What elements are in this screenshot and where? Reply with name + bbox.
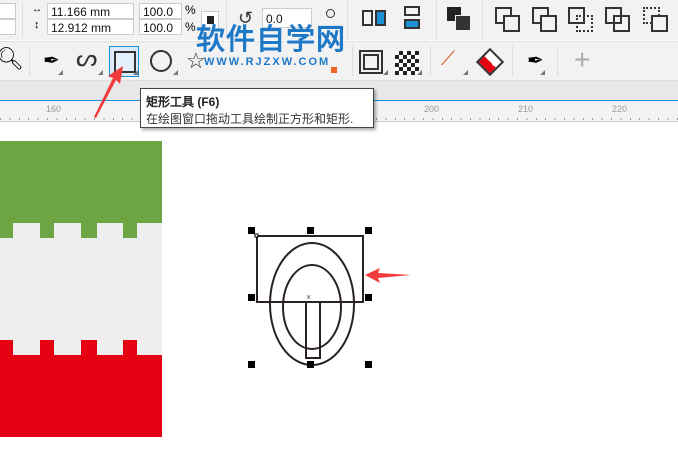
arrow-annotation-tool bbox=[94, 66, 123, 118]
eyedropper-tool-icon[interactable]: ⟋ bbox=[441, 48, 455, 71]
weld-icon[interactable] bbox=[495, 7, 520, 32]
inner-ellipse[interactable] bbox=[282, 264, 342, 350]
transparency-tool-icon[interactable] bbox=[395, 51, 419, 75]
contour-tool-icon[interactable] bbox=[359, 50, 383, 74]
fill-tool-icon[interactable] bbox=[475, 47, 505, 77]
width-icon: ↔ bbox=[32, 4, 42, 15]
grey-band-shape[interactable] bbox=[0, 223, 162, 355]
tooltip-description: 在绘图窗口拖动工具绘制正方形和矩形. bbox=[146, 112, 354, 126]
mirror-vertical-icon[interactable] bbox=[400, 6, 422, 30]
height-field[interactable]: 12.912 mm bbox=[47, 19, 134, 35]
scale-x-field[interactable]: 100.0 bbox=[139, 3, 182, 19]
origin-icon bbox=[326, 9, 335, 18]
intersect-icon[interactable] bbox=[568, 7, 593, 32]
x-field[interactable] bbox=[0, 3, 16, 19]
percent-label: % bbox=[185, 3, 196, 17]
front-minus-back-icon[interactable] bbox=[643, 7, 668, 32]
scale-y-field[interactable]: 100.0 bbox=[139, 19, 182, 35]
watermark-logo: 软件自学网 WWW.RJZXW.COM bbox=[196, 24, 347, 68]
width-field[interactable]: 11.166 mm bbox=[47, 3, 134, 19]
red-band-shape[interactable] bbox=[0, 355, 162, 437]
y-field[interactable] bbox=[0, 19, 16, 35]
center-marker-icon: × bbox=[306, 292, 311, 302]
height-icon: ↕ bbox=[34, 19, 40, 31]
trim-icon[interactable] bbox=[532, 7, 557, 32]
tooltip-title: 矩形工具 (F6) bbox=[146, 95, 220, 109]
canvas[interactable]: × bbox=[0, 121, 678, 461]
simplify-icon[interactable] bbox=[605, 7, 630, 32]
ellipse-tool-icon[interactable] bbox=[150, 50, 172, 72]
tooltip: 矩形工具 (F6) 在绘图窗口拖动工具绘制正方形和矩形. bbox=[140, 88, 374, 128]
arrow-annotation bbox=[365, 268, 411, 283]
add-tool-icon[interactable]: + bbox=[574, 44, 590, 76]
percent-label: % bbox=[185, 20, 196, 34]
green-band-shape[interactable] bbox=[0, 141, 162, 223]
zoom-tool-icon[interactable]: 🔍︎ bbox=[0, 46, 24, 72]
mirror-horizontal-icon[interactable] bbox=[362, 6, 386, 30]
order-icon[interactable] bbox=[447, 7, 471, 31]
